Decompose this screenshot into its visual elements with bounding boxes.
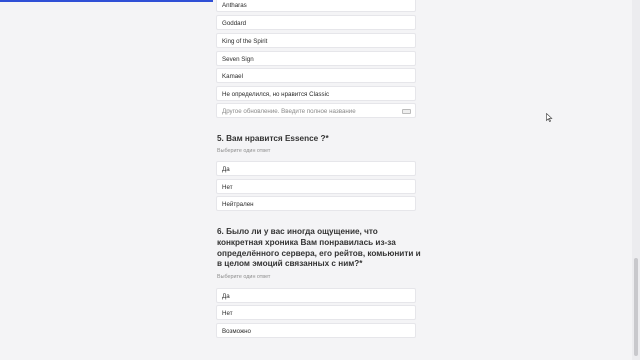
q6-option-no[interactable]: Нет [216, 305, 416, 320]
scrollbar-thumb[interactable] [634, 258, 638, 356]
scrollbar[interactable] [632, 0, 640, 360]
mouse-cursor-icon [546, 113, 553, 122]
q4-option-seven-sign[interactable]: Seven Sign [216, 51, 416, 66]
q5-option-neutral[interactable]: Нейтрален [216, 196, 416, 211]
q4-option-antharas[interactable]: Antharas [216, 0, 416, 12]
q5-title: 5. Вам нравится Essence ?* [217, 134, 329, 143]
keyboard-icon [402, 109, 411, 114]
top-accent-bar [0, 0, 213, 2]
q4-option-kamael[interactable]: Kamael [216, 68, 416, 83]
q6-option-yes[interactable]: Да [216, 288, 416, 303]
q5-option-yes[interactable]: Да [216, 161, 416, 176]
q4-option-classic[interactable]: Не определился, но нравится Classic [216, 86, 416, 101]
q6-title: 6. Было ли у вас иногда ощущение, что ко… [217, 227, 421, 269]
q4-other-placeholder: Другое обновление. Введите полное назван… [222, 108, 356, 115]
q4-other-input[interactable]: Другое обновление. Введите полное назван… [216, 103, 416, 118]
q6-option-maybe[interactable]: Возможно [216, 323, 416, 338]
q4-option-goddard[interactable]: Goddard [216, 15, 416, 30]
q6-hint: Выберите один ответ [217, 274, 271, 280]
q5-option-no[interactable]: Нет [216, 179, 416, 194]
q5-hint: Выберите один ответ [217, 148, 271, 154]
q4-option-king-of-the-spirit[interactable]: King of the Spirit [216, 33, 416, 48]
